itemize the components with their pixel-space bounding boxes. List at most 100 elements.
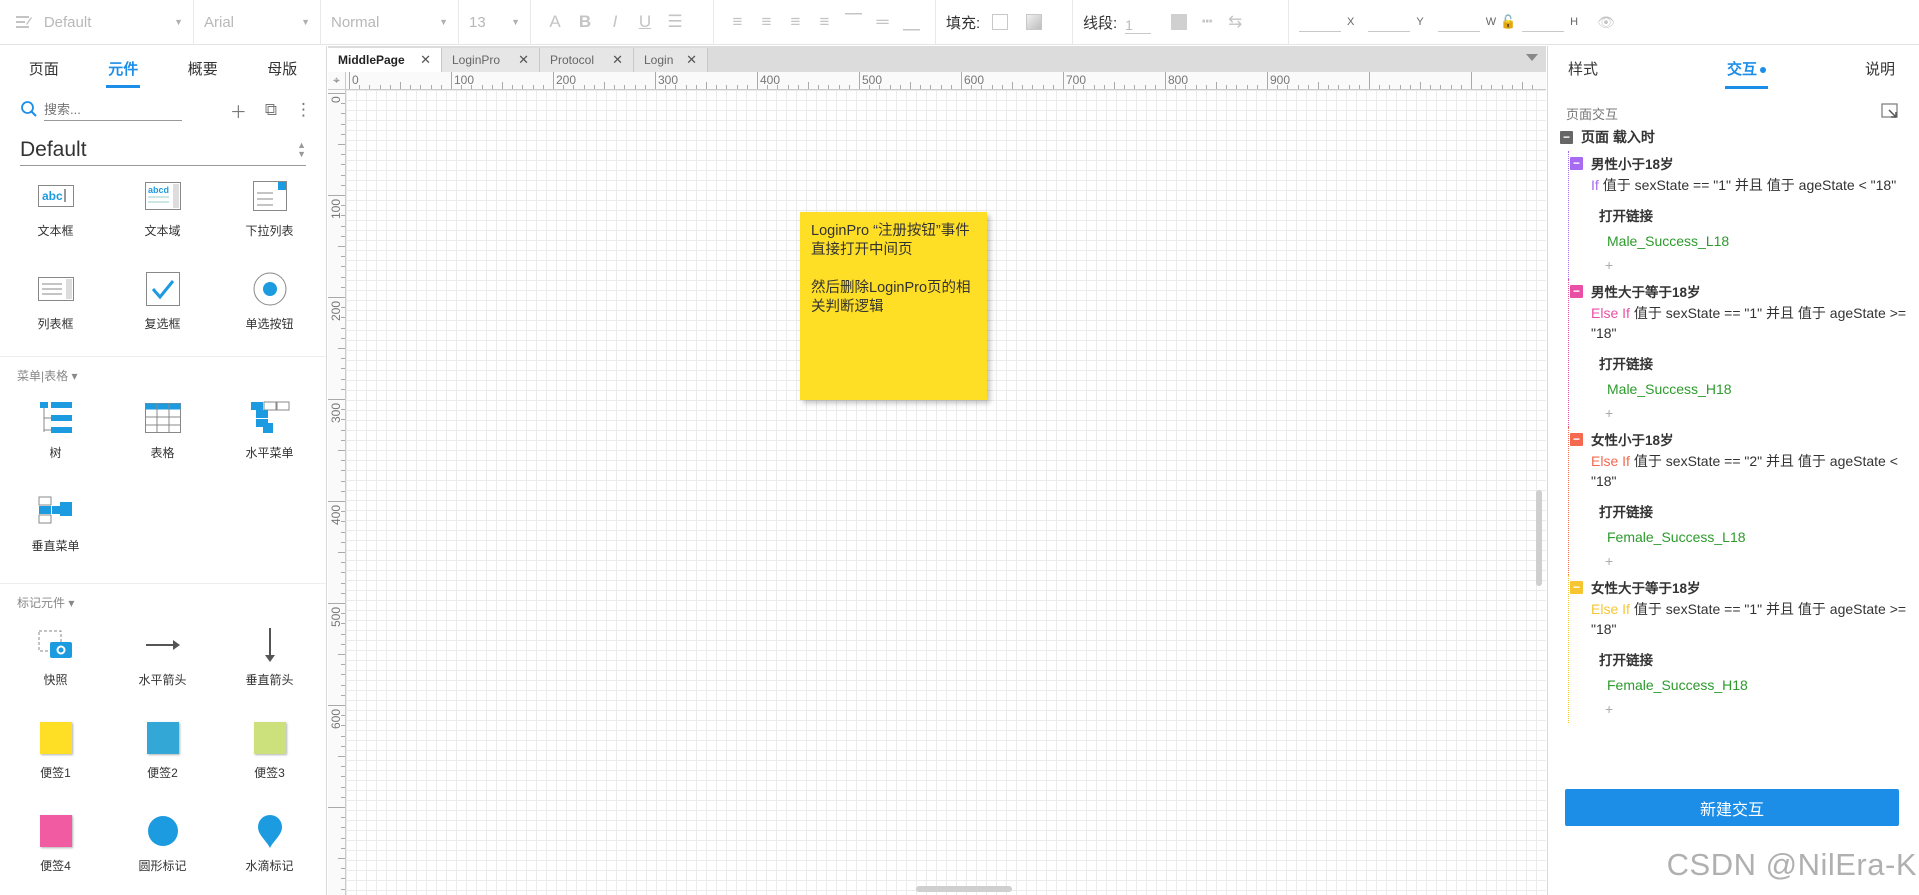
action-target[interactable]: Male_Success_L18 — [1579, 233, 1919, 253]
close-icon[interactable]: ✕ — [612, 52, 623, 68]
visibility-icon[interactable]: 👁 — [1592, 8, 1620, 36]
widget-table[interactable]: 表格 — [109, 392, 216, 485]
action-title[interactable]: 打开链接 — [1579, 501, 1919, 521]
action-target[interactable]: Female_Success_H18 — [1579, 677, 1919, 697]
align-right-icon[interactable]: ≡ — [782, 8, 809, 36]
align-center-icon[interactable]: ≡ — [753, 8, 780, 36]
tab-menu-icon[interactable] — [1526, 54, 1538, 61]
font-color-icon[interactable]: A — [541, 8, 569, 36]
add-action-button[interactable]: + — [1579, 405, 1919, 427]
widget-listbox[interactable]: 列表框 — [2, 263, 109, 356]
horizontal-scrollbar[interactable] — [916, 886, 1012, 892]
tab-interactions[interactable]: 交互 — [1724, 48, 1769, 89]
arrow-style-icon[interactable]: ⇆ — [1221, 8, 1249, 36]
case-header[interactable]: − 女性小于18岁 — [1570, 427, 1919, 451]
x-field[interactable]: X — [1299, 12, 1354, 32]
widget-circle-marker[interactable]: 圆形标记 — [109, 805, 216, 895]
library-copy-icon[interactable]: ⧉ — [265, 100, 277, 120]
font-size-select[interactable]: 13 ▼ — [469, 8, 520, 36]
add-action-button[interactable]: + — [1579, 257, 1919, 279]
add-library-icon[interactable]: ＋ — [230, 98, 247, 123]
tab-style[interactable]: 样式 — [1566, 48, 1600, 89]
style-select[interactable]: Default ▼ — [44, 8, 183, 36]
line-style-icon[interactable]: ┅ — [1193, 8, 1221, 36]
widget-vertical-menu[interactable]: 垂直菜单 — [2, 485, 109, 578]
sticky-note[interactable]: LoginPro “注册按钮”事件直接打开中间页 然后删除LoginPro页的相… — [800, 212, 987, 400]
widget-tree[interactable]: 树 — [2, 392, 109, 485]
fill-shadow-swatch[interactable] — [1026, 14, 1043, 30]
align-bottom-icon[interactable]: ⎽ — [898, 8, 925, 36]
section-menu-table[interactable]: 菜单|表格 ▾ — [0, 356, 326, 388]
collapse-icon[interactable]: − — [1570, 284, 1583, 298]
action-target[interactable]: Male_Success_H18 — [1579, 381, 1919, 401]
widget-horizontal-arrow[interactable]: 水平箭头 — [109, 619, 216, 712]
widget-textarea[interactable]: abcd 文本域 — [109, 170, 216, 263]
tab-masters[interactable]: 母版 — [259, 48, 305, 89]
collapse-icon[interactable]: − — [1570, 432, 1583, 446]
widget-vertical-arrow[interactable]: 垂直箭头 — [216, 619, 323, 712]
search-icon[interactable] — [20, 100, 38, 121]
close-icon[interactable]: ✕ — [420, 52, 431, 68]
align-left-icon[interactable]: ≡ — [724, 8, 751, 36]
style-paint-icon[interactable] — [10, 8, 38, 36]
w-field[interactable]: W — [1437, 12, 1496, 32]
underline-icon[interactable]: U — [631, 8, 659, 36]
italic-icon[interactable]: I — [601, 8, 629, 36]
case-condition[interactable]: Else If 值于 sexState == "2" 并且 值于 ageState… — [1579, 451, 1919, 491]
action-title[interactable]: 打开链接 — [1579, 205, 1919, 225]
tab-pages[interactable]: 页面 — [21, 48, 67, 89]
ruler-origin-icon[interactable]: ⌖ — [328, 72, 346, 90]
new-interaction-button[interactable]: 新建交互 — [1565, 789, 1899, 826]
widget-dropdown-list[interactable]: 下拉列表 — [216, 170, 323, 263]
widget-textbox[interactable]: abc 文本框 — [2, 170, 109, 263]
add-action-button[interactable]: + — [1579, 553, 1919, 575]
align-middle-icon[interactable]: ═ — [869, 8, 896, 36]
bold-icon[interactable]: B — [571, 8, 599, 36]
case-condition[interactable]: Else If 值于 sexState == "1" 并且 值于 ageState… — [1579, 303, 1919, 343]
event-header[interactable]: − 页面 载入时 — [1560, 126, 1919, 148]
case-header[interactable]: − 男性大于等于18岁 — [1570, 279, 1919, 303]
h-field[interactable]: H — [1522, 12, 1578, 32]
case-header[interactable]: − 女性大于等于18岁 — [1570, 575, 1919, 599]
font-select[interactable]: Arial ▼ — [204, 8, 310, 36]
close-icon[interactable]: ✕ — [518, 52, 529, 68]
lock-icon[interactable]: 🔓 — [1500, 8, 1516, 36]
add-action-button[interactable]: + — [1579, 701, 1919, 723]
widget-sticky-2[interactable]: 便签2 — [109, 712, 216, 805]
search-input[interactable] — [44, 99, 182, 121]
line-width-input[interactable]: 1 — [1125, 10, 1152, 34]
action-target[interactable]: Female_Success_L18 — [1579, 529, 1919, 549]
weight-select[interactable]: Normal ▼ — [331, 8, 448, 36]
align-justify-icon[interactable]: ≡ — [811, 8, 838, 36]
expand-collapse-icon[interactable] — [1881, 103, 1899, 123]
tab-login[interactable]: Login ✕ — [634, 48, 708, 72]
tab-outline[interactable]: 概要 — [180, 48, 226, 89]
case-condition[interactable]: If 值于 sexState == "1" 并且 值于 ageState < "1… — [1579, 175, 1919, 195]
tab-widgets[interactable]: 元件 — [100, 48, 146, 89]
vertical-scrollbar[interactable] — [1536, 490, 1542, 586]
fill-color-swatch[interactable] — [992, 14, 1009, 30]
widget-drop-marker[interactable]: 水滴标记 — [216, 805, 323, 895]
close-icon[interactable]: ✕ — [686, 52, 697, 68]
design-canvas[interactable]: LoginPro “注册按钮”事件直接打开中间页 然后删除LoginPro页的相… — [346, 90, 1546, 895]
tab-loginpro[interactable]: LoginPro ✕ — [442, 48, 540, 72]
bullet-list-icon[interactable]: ☰ — [661, 8, 689, 36]
tab-middlepage[interactable]: MiddlePage ✕ — [328, 48, 442, 72]
case-condition[interactable]: Else If 值于 sexState == "1" 并且 值于 ageState… — [1579, 599, 1919, 639]
collapse-icon[interactable]: − — [1560, 130, 1573, 144]
tab-notes[interactable]: 说明 — [1863, 48, 1897, 89]
case-header[interactable]: − 男性小于18岁 — [1570, 151, 1919, 175]
y-field[interactable]: Y — [1368, 12, 1424, 32]
collapse-icon[interactable]: − — [1570, 156, 1583, 170]
line-color-swatch[interactable] — [1171, 14, 1188, 30]
library-selector[interactable]: Default ▲ ▼ — [20, 134, 306, 166]
more-options-icon[interactable]: ⋮ — [295, 100, 312, 120]
widget-checkbox[interactable]: 复选框 — [109, 263, 216, 356]
widget-sticky-3[interactable]: 便签3 — [216, 712, 323, 805]
widget-sticky-1[interactable]: 便签1 — [2, 712, 109, 805]
widget-radio-button[interactable]: 单选按钮 — [216, 263, 323, 356]
widget-snapshot[interactable]: 快照 — [2, 619, 109, 712]
action-title[interactable]: 打开链接 — [1579, 353, 1919, 373]
collapse-icon[interactable]: − — [1570, 580, 1583, 594]
section-markers[interactable]: 标记元件 ▾ — [0, 583, 326, 615]
